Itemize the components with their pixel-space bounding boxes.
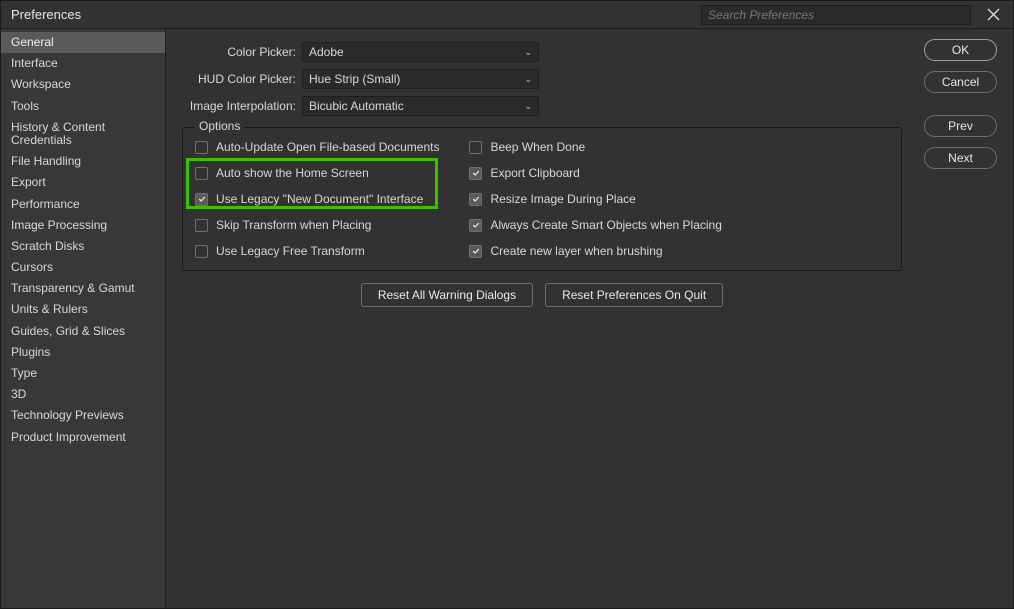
checkbox-label: Create new layer when brushing [490,244,662,258]
sidebar-item-interface[interactable]: Interface [1,53,165,74]
sidebar-item-3d[interactable]: 3D [1,384,165,405]
color-picker-value: Adobe [309,45,524,59]
reset-warnings-button[interactable]: Reset All Warning Dialogs [361,283,533,307]
checkbox-create-new-layer-when-brushing[interactable]: Create new layer when brushing [469,242,721,260]
sidebar-item-tools[interactable]: Tools [1,96,165,117]
chevron-down-icon: ⌄ [524,47,532,58]
sidebar-item-units-rulers[interactable]: Units & Rulers [1,299,165,320]
checkbox-box [195,141,208,154]
search-input[interactable] [701,5,971,25]
checkbox-box [195,245,208,258]
options-right-column: Beep When Done Export Clipboard Resize Ima… [469,136,721,260]
sidebar-item-workspace[interactable]: Workspace [1,74,165,95]
checkbox-label: Auto show the Home Screen [216,166,369,180]
sidebar-item-image-processing[interactable]: Image Processing [1,215,165,236]
checkbox-box [195,219,208,232]
color-picker-label: Color Picker: [180,45,302,59]
content-pane: Color Picker: Adobe ⌄ HUD Color Picker: … [166,29,918,608]
ok-button[interactable]: OK [924,39,997,61]
checkbox-label: Auto-Update Open File-based Documents [216,140,439,154]
chevron-down-icon: ⌄ [524,101,532,112]
sidebar-item-export[interactable]: Export [1,172,165,193]
image-interpolation-label: Image Interpolation: [180,99,302,113]
checkbox-box [469,219,482,232]
check-icon [472,221,480,229]
image-interpolation-value: Bicubic Automatic [309,99,524,113]
checkbox-label: Use Legacy "New Document" Interface [216,192,423,206]
hud-color-picker-label: HUD Color Picker: [180,72,302,86]
color-picker-select[interactable]: Adobe ⌄ [302,42,539,62]
checkbox-auto-update-open-file-based-documents[interactable]: Auto-Update Open File-based Documents [195,138,439,156]
checkbox-box [469,167,482,180]
options-legend: Options [195,119,244,133]
checkbox-always-create-smart-objects-when-placing[interactable]: Always Create Smart Objects when Placing [469,216,721,234]
right-buttons: OK Cancel Prev Next [918,29,1013,608]
window-title: Preferences [11,7,81,22]
options-left-column: Auto-Update Open File-based Documents Aut… [195,136,439,260]
checkbox-label: Export Clipboard [490,166,579,180]
checkbox-label: Beep When Done [490,140,585,154]
sidebar-item-guides-grid-slices[interactable]: Guides, Grid & Slices [1,321,165,342]
checkbox-use-legacy-free-transform[interactable]: Use Legacy Free Transform [195,242,439,260]
options-group: Options Auto-Update Open File-based Docu… [182,127,902,271]
checkbox-box [469,193,482,206]
sidebar-item-file-handling[interactable]: File Handling [1,151,165,172]
sidebar-item-scratch-disks[interactable]: Scratch Disks [1,236,165,257]
sidebar-item-cursors[interactable]: Cursors [1,257,165,278]
checkbox-box [469,141,482,154]
checkbox-export-clipboard[interactable]: Export Clipboard [469,164,721,182]
checkbox-label: Always Create Smart Objects when Placing [490,218,721,232]
sidebar-item-history-content-credentials[interactable]: History & Content Credentials [1,117,165,151]
checkbox-box [195,167,208,180]
close-icon [987,8,1000,21]
hud-color-picker-value: Hue Strip (Small) [309,72,524,86]
check-icon [472,247,480,255]
prev-button[interactable]: Prev [924,115,997,137]
sidebar: GeneralInterfaceWorkspaceToolsHistory & … [1,29,166,608]
checkbox-label: Skip Transform when Placing [216,218,371,232]
sidebar-item-general[interactable]: General [1,32,165,53]
hud-color-picker-select[interactable]: Hue Strip (Small) ⌄ [302,69,539,89]
checkbox-skip-transform-when-placing[interactable]: Skip Transform when Placing [195,216,439,234]
checkbox-beep-when-done[interactable]: Beep When Done [469,138,721,156]
reset-on-quit-button[interactable]: Reset Preferences On Quit [545,283,723,307]
sidebar-item-performance[interactable]: Performance [1,194,165,215]
image-interpolation-select[interactable]: Bicubic Automatic ⌄ [302,96,539,116]
checkbox-box [195,193,208,206]
checkbox-label: Resize Image During Place [490,192,635,206]
sidebar-item-product-improvement[interactable]: Product Improvement [1,427,165,448]
sidebar-item-plugins[interactable]: Plugins [1,342,165,363]
next-button[interactable]: Next [924,147,997,169]
check-icon [472,195,480,203]
checkbox-auto-show-the-home-screen[interactable]: Auto show the Home Screen [195,164,439,182]
checkbox-resize-image-during-place[interactable]: Resize Image During Place [469,190,721,208]
sidebar-item-technology-previews[interactable]: Technology Previews [1,405,165,426]
titlebar: Preferences [1,1,1013,29]
sidebar-item-transparency-gamut[interactable]: Transparency & Gamut [1,278,165,299]
cancel-button[interactable]: Cancel [924,71,997,93]
sidebar-item-type[interactable]: Type [1,363,165,384]
check-icon [198,195,206,203]
checkbox-label: Use Legacy Free Transform [216,244,365,258]
checkbox-box [469,245,482,258]
checkbox-use-legacy-new-document-interface[interactable]: Use Legacy "New Document" Interface [195,190,439,208]
chevron-down-icon: ⌄ [524,74,532,85]
close-button[interactable] [979,1,1007,29]
check-icon [472,169,480,177]
